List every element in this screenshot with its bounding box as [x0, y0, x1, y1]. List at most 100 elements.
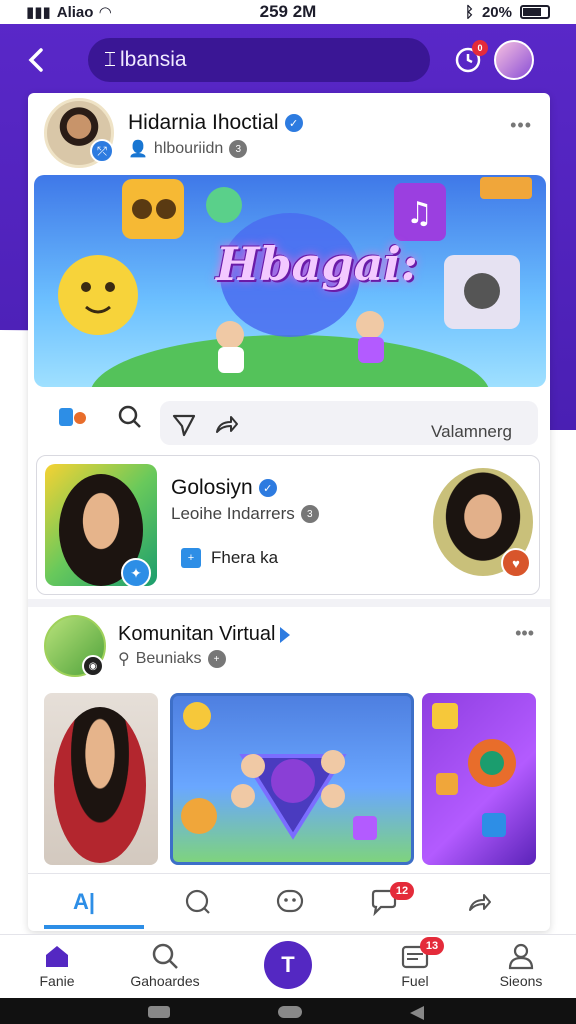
profile-avatar[interactable] [494, 40, 534, 80]
svg-text:♫: ♫ [406, 196, 433, 231]
media-thumbnail[interactable] [44, 693, 158, 865]
carrier-label: Aliao [56, 3, 94, 21]
search-cursor-icon: ⌶ [104, 48, 116, 71]
community-name-row[interactable]: Komunitan Virtual [118, 623, 290, 646]
post-header: ⤱ Hidarnia Ihoctial ✓ 👤 hlbouriidn 3 ••• [28, 93, 550, 171]
thumbnail-person [54, 707, 146, 863]
suggestion-card[interactable]: ✦ Golosiyn ✓ Leoihe Indarrers 3 + Fhera … [36, 455, 540, 595]
share-icon[interactable] [212, 411, 240, 439]
music-illustration [432, 703, 516, 837]
battery-icon [520, 5, 550, 19]
search-bar[interactable]: ⌶ lbansia [88, 38, 430, 82]
smile-bubble-icon [276, 889, 304, 913]
sub-count-badge: 3 [229, 140, 248, 158]
section-divider [28, 599, 550, 607]
author-name: Hidarnia Ihoctial [128, 111, 279, 134]
action-bar: Valamnerg [160, 401, 538, 445]
plus-icon: + [181, 548, 201, 568]
nav-inbox-label: Fuel [401, 973, 429, 989]
search-input[interactable]: lbansia [120, 48, 187, 72]
suggestion-name-row: Golosiyn ✓ [171, 476, 277, 500]
profile-icon [507, 941, 535, 971]
nav-search[interactable]: Gahoardes [120, 941, 210, 997]
share-icon [469, 894, 491, 911]
user-icon: ⚲ [118, 651, 130, 668]
add-icon: + [207, 650, 226, 668]
community-subtitle-row: ⚲ Beuniaks + [118, 649, 226, 669]
share-badge-icon: ⤱ [90, 139, 114, 163]
status-bar: ▮▮▮ Aliao ◠ 259 2M ᛒ 20% [0, 0, 576, 24]
send-glyph [172, 414, 196, 437]
search-glyph [118, 405, 141, 428]
send-icon[interactable] [170, 411, 198, 439]
notification-badge: 0 [472, 40, 488, 56]
chevron-left-icon [28, 48, 43, 72]
banner-title: Hbagai: [216, 237, 418, 291]
kids-illustration [181, 702, 377, 840]
system-navigation-bar [0, 998, 576, 1024]
stories-glyph [59, 408, 86, 426]
tab-search[interactable] [178, 884, 218, 920]
bottom-navigation: Fanie Gahoardes T Fuel 13 Sieons [0, 934, 576, 998]
feed-icon: A| [72, 889, 96, 914]
media-thumbnail[interactable] [422, 693, 536, 865]
suggestion-count-badge: 3 [300, 505, 319, 523]
tab-chat[interactable] [270, 884, 310, 920]
tab-feed[interactable]: A| [64, 884, 104, 920]
community-subtitle: Beuniaks [135, 650, 202, 667]
nav-profile-label: Sieons [499, 973, 543, 989]
battery-percent: 20% [481, 3, 512, 21]
action-label[interactable]: Valamnerg [431, 422, 512, 442]
search-icon [151, 941, 179, 971]
post-banner-image[interactable]: ♫ Hbagai: [34, 175, 546, 387]
recents-button[interactable] [148, 1006, 170, 1018]
user-icon: 👤 [128, 141, 148, 158]
verified-icon: ✓ [284, 114, 303, 132]
author-name-row[interactable]: Hidarnia Ihoctial ✓ [128, 111, 303, 135]
active-tab-indicator [44, 925, 144, 929]
post-tab-bar: A| 12 [28, 873, 550, 929]
nav-home-label: Fanie [39, 973, 75, 989]
play-icon [279, 626, 290, 643]
notifications-button[interactable]: 0 [448, 40, 488, 80]
suggestion-subtitle-row: Leoihe Indarrers 3 [171, 504, 319, 524]
status-right: ᛒ 20% [350, 4, 550, 21]
tab-share[interactable] [460, 884, 500, 920]
nav-home[interactable]: Fanie [12, 941, 102, 997]
clock: 259 2M [259, 2, 317, 21]
back-button[interactable] [16, 40, 56, 80]
suggestion-subtitle: Leoihe Indarrers [171, 504, 295, 523]
feed-card: ⤱ Hidarnia Ihoctial ✓ 👤 hlbouriidn 3 •••… [28, 93, 550, 931]
suggestion-name: Golosiyn [171, 476, 253, 499]
nav-inbox[interactable]: Fuel [370, 941, 460, 997]
home-button[interactable] [278, 1006, 302, 1018]
search-bubble-icon [185, 889, 210, 914]
more-options-icon[interactable]: ••• [510, 115, 532, 136]
bluetooth-icon: ᛒ [464, 3, 474, 21]
wifi-icon: ◠ [99, 4, 111, 21]
community-name: Komunitan Virtual [118, 623, 276, 645]
create-button[interactable]: T [264, 941, 312, 989]
suggestion-link[interactable]: + Fhera ka [181, 548, 278, 568]
status-left: ▮▮▮ Aliao ◠ [26, 3, 226, 22]
search-icon[interactable] [116, 403, 144, 431]
twitter-icon: ✦ [121, 558, 151, 588]
stories-icon[interactable] [58, 403, 86, 431]
post-subtitle-row: 👤 hlbouriidn 3 [128, 139, 248, 159]
share-glyph [216, 416, 238, 433]
post-actions: Valamnerg [28, 393, 550, 449]
nav-search-label: Gahoardes [130, 973, 200, 989]
heart-icon: ♥ [501, 548, 531, 578]
inbox-badge: 13 [420, 937, 444, 955]
media-thumbnail[interactable] [170, 693, 414, 865]
more-options-icon[interactable]: ••• [515, 623, 534, 644]
nav-profile[interactable]: Sieons [476, 941, 566, 997]
top-bar: ⌶ lbansia 0 [0, 30, 576, 90]
messages-badge: 12 [390, 882, 414, 900]
back-system-button[interactable] [410, 1006, 424, 1020]
verified-icon: ✓ [258, 479, 277, 497]
post-subtitle: hlbouriidn [153, 140, 224, 157]
suggestion-link-label: Fhera ka [211, 548, 279, 567]
home-icon [43, 941, 71, 971]
signal-icon: ▮▮▮ [26, 4, 51, 21]
